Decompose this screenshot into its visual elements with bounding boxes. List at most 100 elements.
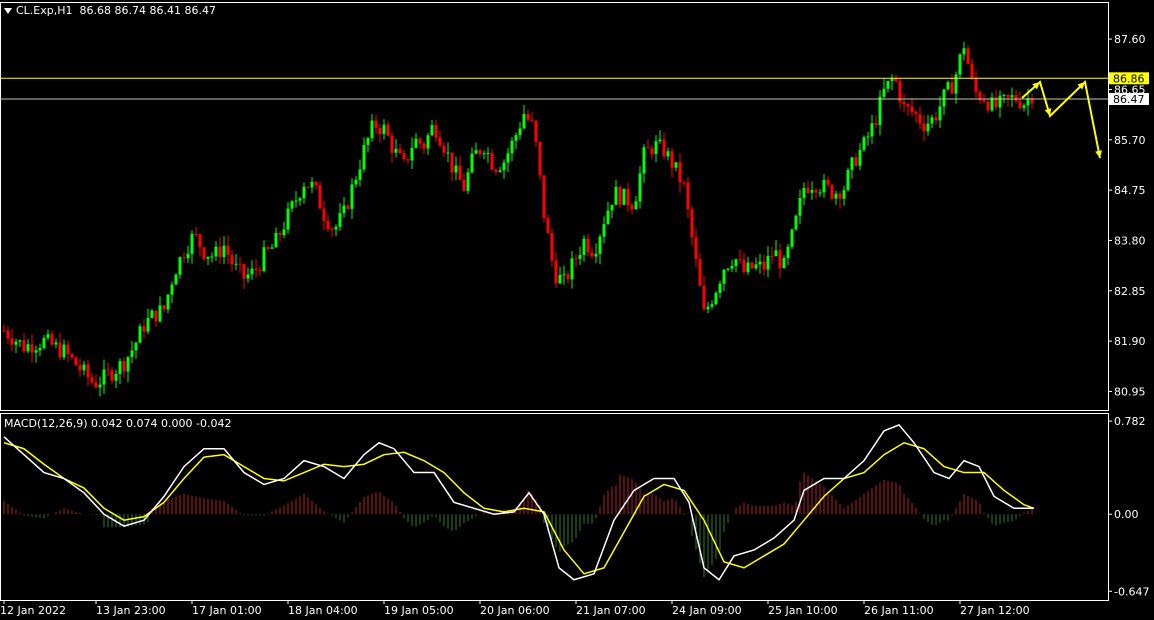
candle-body	[218, 246, 222, 258]
candle-body	[678, 162, 682, 183]
candle-body	[710, 304, 714, 307]
candle-body	[262, 247, 266, 272]
candle-body	[426, 135, 430, 149]
candle-body	[158, 305, 162, 322]
candle-body	[462, 179, 466, 191]
candle-body	[178, 257, 182, 275]
candle-body	[542, 175, 546, 218]
candle-body	[582, 238, 586, 256]
candle-body	[362, 144, 366, 170]
candle-body	[154, 310, 158, 322]
candle-body	[638, 173, 642, 202]
price-tick-label: 81.90	[1114, 335, 1146, 348]
candle-body	[590, 252, 594, 257]
candle-body	[18, 340, 22, 342]
candle-body	[322, 208, 326, 221]
candle-body	[1018, 101, 1022, 108]
chevron-down-icon[interactable]	[4, 8, 12, 14]
candle-body	[550, 233, 554, 261]
candle-body	[954, 74, 958, 94]
candle-body	[946, 82, 950, 90]
candle-body	[782, 257, 786, 269]
candle-body	[138, 326, 142, 343]
candle-body	[310, 181, 314, 188]
candle-body	[506, 153, 510, 163]
candle-body	[454, 165, 458, 173]
candle-body	[654, 141, 658, 155]
candle-body	[854, 157, 858, 166]
candle-body	[722, 269, 726, 284]
candle-body	[522, 114, 526, 129]
candle-body	[198, 234, 202, 248]
candle-body	[194, 233, 198, 235]
candle-body	[750, 262, 754, 269]
candle-body	[378, 127, 382, 135]
candle-body	[606, 210, 610, 225]
candle-body	[518, 128, 522, 136]
candle-body	[314, 181, 318, 186]
candle-body	[702, 285, 706, 310]
candle-body	[494, 169, 498, 172]
candle-body	[22, 340, 26, 352]
candle-body	[14, 341, 18, 345]
candle-body	[594, 253, 598, 257]
candle-body	[226, 245, 230, 255]
candle-body	[222, 245, 226, 258]
candle-body	[86, 364, 90, 378]
candle-body	[578, 255, 582, 259]
candle-body	[834, 193, 838, 199]
candle-body	[34, 350, 38, 353]
candle-body	[334, 226, 338, 230]
candle-body	[90, 377, 94, 383]
macd-axis-ticks: 0.782 0.00 -0.647	[1108, 415, 1149, 598]
candle-body	[774, 250, 778, 257]
time-axis-ticks: 12 Jan 2022 13 Jan 23:00 17 Jan 01:00 18 Ja…	[0, 600, 1030, 617]
price-tick-label: 80.95	[1114, 385, 1146, 398]
candle-body	[62, 344, 66, 358]
candle-body	[610, 204, 614, 211]
price-tick-label: 87.60	[1114, 33, 1146, 46]
candle-body	[986, 101, 990, 111]
candle-body	[402, 153, 406, 160]
candle-body	[210, 256, 214, 258]
candle-body	[106, 369, 110, 371]
candle-body	[2, 330, 6, 332]
candle-body	[318, 185, 322, 209]
candle-body	[150, 310, 154, 319]
candle-body	[258, 270, 262, 272]
price-panel-frame	[0, 2, 1109, 411]
candle-body	[998, 95, 1002, 108]
candle-body	[278, 232, 282, 236]
candle-body	[914, 112, 918, 115]
candle-body	[754, 264, 758, 269]
candle-body	[114, 373, 118, 381]
candle-body	[442, 145, 446, 153]
candle-body	[566, 274, 570, 280]
candle-body	[802, 187, 806, 199]
candle-body	[822, 180, 826, 193]
arrow-head	[1095, 150, 1103, 158]
candle-body	[574, 258, 578, 260]
candle-body	[118, 361, 122, 374]
candle-body	[962, 48, 966, 55]
candle-body	[94, 382, 98, 388]
symbol-label: CL.Exp,H1	[16, 4, 73, 17]
candle-body	[658, 139, 662, 142]
candle-body	[478, 150, 482, 155]
time-tick-label: 26 Jan 11:00	[864, 604, 934, 617]
candle-body	[746, 262, 750, 273]
time-tick-label: 20 Jan 06:00	[480, 604, 550, 617]
macd-tick-label: 0.00	[1114, 508, 1139, 521]
candle-body	[798, 198, 802, 216]
candle-body	[878, 96, 882, 125]
candle-body	[382, 124, 386, 135]
candle-body	[770, 255, 774, 257]
candle-body	[690, 209, 694, 238]
candle-body	[418, 138, 422, 144]
candle-body	[918, 114, 922, 124]
candle-body	[54, 342, 58, 345]
candle-body	[1010, 95, 1014, 98]
macd-header: MACD(12,26,9) 0.042 0.074 0.000 -0.042	[4, 417, 232, 430]
time-tick-label: 24 Jan 09:00	[672, 604, 742, 617]
candle-body	[6, 330, 10, 339]
